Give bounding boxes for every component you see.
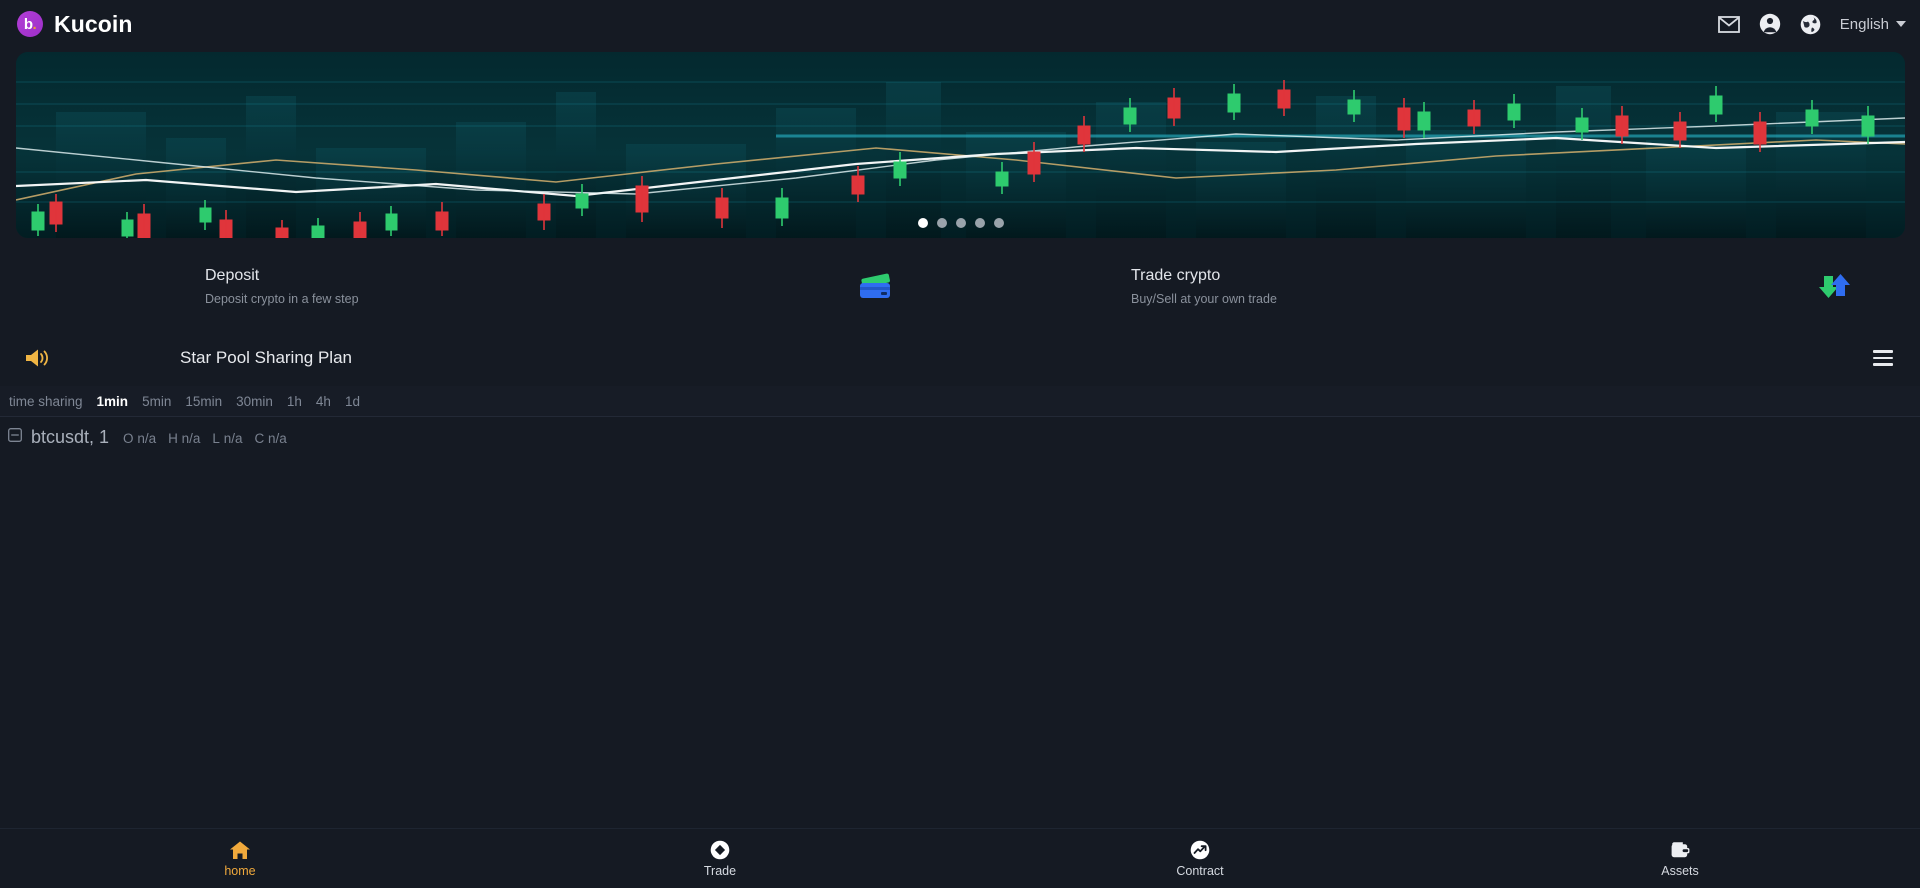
timeframe-1d[interactable]: 1d bbox=[338, 394, 367, 409]
brand-dot: . bbox=[32, 15, 37, 33]
announcement-text: Star Pool Sharing Plan bbox=[180, 348, 352, 367]
account-circle-icon[interactable] bbox=[1759, 13, 1781, 35]
home-icon bbox=[229, 839, 251, 861]
nav-item-trade[interactable]: Trade bbox=[480, 829, 960, 888]
wallet-icon bbox=[1669, 839, 1691, 861]
trade-crypto-title: Trade crypto bbox=[1131, 267, 1221, 284]
promo-banner-carousel[interactable] bbox=[16, 52, 1905, 238]
timeframe-30min[interactable]: 30min bbox=[229, 394, 280, 409]
announcement-bar[interactable]: Star Pool Sharing Plan bbox=[0, 330, 1920, 386]
carousel-dots[interactable] bbox=[917, 218, 1004, 228]
chart-high: H n/a bbox=[168, 431, 201, 446]
header-actions: English bbox=[1717, 13, 1906, 35]
timeframe-time-sharing[interactable]: time sharing bbox=[2, 394, 90, 409]
quick-action-trade-crypto[interactable]: Trade crypto Buy/Sell at your own trade bbox=[960, 252, 1920, 322]
language-label: English bbox=[1839, 15, 1889, 33]
deposit-subtitle: Deposit crypto in a few step bbox=[205, 292, 359, 306]
credit-card-icon bbox=[856, 270, 896, 304]
bottom-navigation: home Trade Contract Assets bbox=[0, 828, 1920, 888]
trade-crypto-subtitle: Buy/Sell at your own trade bbox=[1131, 292, 1277, 306]
chart-legend: btcusdt, 1 O n/a H n/a L n/a C n/a bbox=[0, 417, 1920, 448]
quick-actions: Deposit Deposit crypto in a few step Tra… bbox=[0, 252, 1920, 322]
timeframe-1min[interactable]: 1min bbox=[90, 394, 136, 409]
timeframe-1h[interactable]: 1h bbox=[280, 394, 309, 409]
chevron-down-icon bbox=[1896, 21, 1906, 27]
timeframe-4h[interactable]: 4h bbox=[309, 394, 338, 409]
collapse-box-icon[interactable] bbox=[8, 428, 22, 447]
chart-open: O n/a bbox=[123, 431, 157, 446]
banner-image bbox=[16, 52, 1905, 238]
brand[interactable]: b. Kucoin bbox=[17, 11, 133, 38]
chart-close: C n/a bbox=[254, 431, 287, 446]
carousel-dot-5[interactable] bbox=[993, 218, 1004, 228]
chart-low: L n/a bbox=[212, 431, 243, 446]
hamburger-menu-icon[interactable] bbox=[1873, 346, 1893, 370]
envelope-icon[interactable] bbox=[1717, 15, 1740, 33]
chart-symbol: btcusdt, 1 bbox=[31, 427, 110, 447]
trade-diamond-icon bbox=[710, 839, 730, 861]
nav-label-trade: Trade bbox=[703, 864, 737, 878]
nav-label-home: home bbox=[224, 864, 256, 878]
chart-ohlc: O n/a H n/a L n/a C n/a bbox=[123, 431, 287, 446]
carousel-dot-3[interactable] bbox=[955, 218, 966, 228]
exchange-arrows-icon bbox=[1816, 270, 1856, 304]
speaker-icon bbox=[24, 347, 50, 369]
nav-item-contract[interactable]: Contract bbox=[960, 829, 1440, 888]
carousel-dot-4[interactable] bbox=[974, 218, 985, 228]
language-selector[interactable]: English bbox=[1840, 16, 1906, 33]
brand-mark: b bbox=[23, 15, 33, 33]
nav-label-contract: Contract bbox=[1176, 864, 1224, 878]
carousel-dot-2[interactable] bbox=[936, 218, 947, 228]
deposit-title: Deposit bbox=[205, 267, 260, 284]
nav-item-home[interactable]: home bbox=[0, 829, 480, 888]
price-chart-panel[interactable]: btcusdt, 1 O n/a H n/a L n/a C n/a bbox=[0, 417, 1920, 828]
nav-label-assets: Assets bbox=[1661, 864, 1699, 878]
quick-action-deposit[interactable]: Deposit Deposit crypto in a few step bbox=[0, 252, 960, 322]
timeframe-5min[interactable]: 5min bbox=[135, 394, 178, 409]
nav-item-assets[interactable]: Assets bbox=[1440, 829, 1920, 888]
globe-icon[interactable] bbox=[1800, 14, 1821, 35]
trend-up-icon bbox=[1190, 839, 1210, 861]
app-header: b. Kucoin English bbox=[0, 0, 1920, 48]
carousel-dot-1[interactable] bbox=[917, 218, 928, 228]
brand-name: Kucoin bbox=[54, 10, 133, 37]
timeframe-15min[interactable]: 15min bbox=[178, 394, 229, 409]
kucoin-logo-icon: b. bbox=[17, 11, 43, 37]
timeframe-tabs: time sharing 1min 5min 15min 30min 1h 4h… bbox=[0, 386, 1920, 417]
